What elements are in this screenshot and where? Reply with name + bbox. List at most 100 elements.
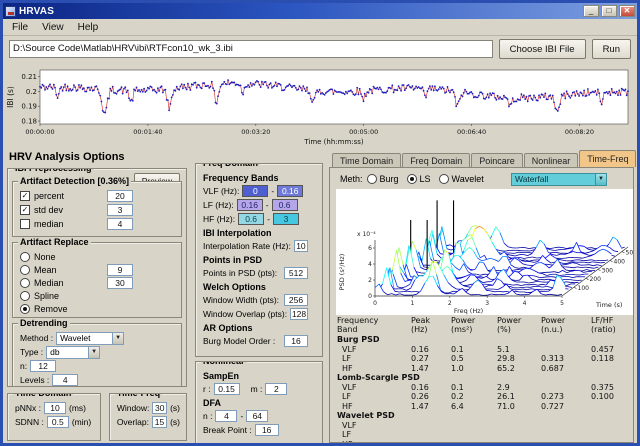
mean-input[interactable]: 9 [107,264,133,276]
table-header-row: FrequencyBandPeak(Hz)Power(ms²)Power(%)P… [335,317,631,335]
maximize-icon[interactable]: □ [601,5,617,17]
band-separator: - [266,200,269,210]
hf-hz--to-input[interactable]: 3 [273,213,299,225]
wavelet-type-dropdown[interactable]: db [46,346,100,359]
median-checkbox[interactable] [20,219,30,229]
std-dev-input[interactable]: 3 [107,204,133,216]
method-radio-wavelet[interactable] [439,174,449,184]
spline-radio[interactable] [20,291,30,301]
ibi-file-path-input[interactable]: D:\Source Code\Matlab\HRV\ibi\RTFcon10_w… [9,40,493,58]
table-cell: VLF [335,345,409,355]
sampen-m-input[interactable]: 2 [265,383,287,395]
tab-time-domain[interactable]: Time Domain [332,153,401,167]
tab-poincare[interactable]: Poincare [471,153,523,167]
section-row: Wavelet PSD [335,411,631,421]
sdnn-input[interactable]: 0.5 [47,416,69,428]
none-radio[interactable] [20,252,30,262]
levels-label: Levels : [20,375,49,385]
sampen-m-label: m : [251,384,263,394]
table-cell [589,430,631,440]
svg-text:Time (s): Time (s) [595,301,622,309]
vlf-hz--from-input[interactable]: 0 [242,185,268,197]
detrend-method-dropdown[interactable]: Wavelet [56,332,124,345]
dfa-n-to-input[interactable]: 64 [246,410,268,422]
artifact-replace-row: None [20,250,175,263]
percent-checkbox[interactable]: ✓ [20,191,30,201]
band-row: VLF (Hz):0-0.16 [203,184,316,198]
artifact-detection-title: Artifact Detection [0.36%] [18,176,131,187]
table-row: VLF0.160.12.90.375 [335,383,631,393]
welch-overlap-input[interactable]: 128 [290,308,308,320]
mean-radio[interactable] [20,265,30,275]
svg-text:4: 4 [523,300,527,307]
pnnx-input[interactable]: 10 [44,402,66,414]
svg-text:00:08:20: 00:08:20 [565,128,594,136]
close-icon[interactable]: ✕ [619,5,635,17]
lf-hz--from-input[interactable]: 0.16 [237,199,263,211]
median-input[interactable]: 4 [107,218,133,230]
menu-view[interactable]: View [35,21,71,34]
svg-text:0: 0 [373,300,377,307]
type-label: Type : [20,347,43,357]
method-radios: BurgLSWavelet [367,174,492,184]
column-header: Power(ms²) [449,317,495,335]
points-in-psd-title: Points in PSD [203,255,322,265]
median-input[interactable]: 30 [107,277,133,289]
menu-file[interactable]: File [5,21,35,34]
vlf-hz--to-input[interactable]: 0.16 [277,185,303,197]
plot-style-dropdown[interactable]: Waterfall [511,173,607,186]
method-option-ls: LS [407,174,431,184]
table-cell: 0.2 [449,392,495,402]
menu-bar: File View Help [3,19,637,36]
sampen-title: SampEn [203,371,322,381]
table-row: HF1.476.471.00.727 [335,402,631,412]
interp-rate-input[interactable]: 10 [294,240,308,252]
table-cell: 0.727 [539,402,589,412]
hf-hz--from-input[interactable]: 0.6 [238,213,264,225]
chevron-down-icon[interactable] [88,347,99,358]
percent-input[interactable]: 20 [107,190,133,202]
table-cell [409,421,449,431]
table-cell: 71.0 [495,402,539,412]
tab-freq-domain[interactable]: Freq Domain [402,153,470,167]
tf-overlap-input[interactable]: 15 [152,416,167,428]
artifact-replace-title: Artifact Replace [18,237,91,248]
remove-radio[interactable] [20,304,30,314]
dfa-break-input[interactable]: 16 [255,424,279,436]
median-radio[interactable] [20,278,30,288]
method-option-wavelet: Wavelet [439,174,484,184]
wavelet-n-input[interactable]: 12 [30,360,56,372]
chevron-down-icon[interactable] [595,174,606,185]
table-cell [495,430,539,440]
burg-order-input[interactable]: 16 [284,335,308,347]
welch-width-input[interactable]: 256 [284,294,308,306]
table-row: VLF [335,421,631,431]
wavelet-type-value: db [50,347,85,357]
svg-text:x 10⁻⁴: x 10⁻⁴ [357,231,376,238]
run-button[interactable]: Run [592,39,631,59]
method-radio-ls[interactable] [407,174,417,184]
sampen-r-input[interactable]: 0.15 [214,383,240,395]
tab-time-freq[interactable]: Time-Freq [579,150,636,167]
table-cell: HF [335,402,409,412]
lf-hz--to-input[interactable]: 0.6 [272,199,298,211]
tf-window-input[interactable]: 30 [152,402,167,414]
chevron-down-icon[interactable] [112,333,123,344]
std-dev-label: std dev [34,205,63,215]
artifact-detect-row: ✓percent20 [20,189,175,203]
hrv-options-heading: HRV Analysis Options [9,151,191,163]
method-radio-burg[interactable] [367,174,377,184]
table-cell [495,440,539,444]
menu-help[interactable]: Help [71,21,106,34]
dfa-n-from-input[interactable]: 4 [215,410,237,422]
table-cell: 1.0 [449,364,495,374]
table-cell: 0.1 [449,345,495,355]
table-cell: 6.4 [449,402,495,412]
std-dev-checkbox[interactable]: ✓ [20,205,30,215]
choose-ibi-file-button[interactable]: Choose IBI File [499,39,586,59]
points-in-psd-input[interactable]: 512 [284,267,308,279]
table-cell: HF [335,440,409,444]
tab-nonlinear[interactable]: Nonlinear [524,153,579,167]
minimize-icon[interactable]: _ [583,5,599,17]
levels-input[interactable]: 4 [52,374,78,386]
